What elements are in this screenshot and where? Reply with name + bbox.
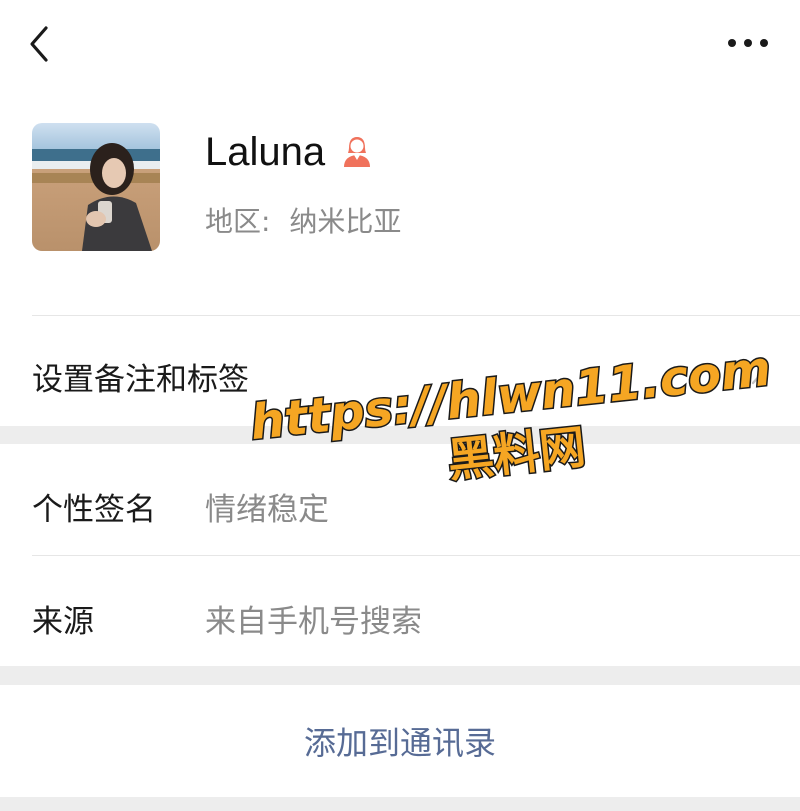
avatar[interactable] — [32, 123, 160, 251]
add-to-contacts-button[interactable]: 添加到通讯录 — [0, 685, 800, 797]
region-row: 地区: 纳米比亚 — [205, 200, 401, 240]
source-value: 来自手机号搜索 — [205, 604, 422, 640]
section-gap — [0, 426, 800, 444]
signature-value: 情绪稳定 — [205, 492, 329, 528]
add-to-contacts-label: 添加到通讯录 — [303, 724, 496, 762]
region-value: 纳米比亚 — [289, 205, 402, 238]
more-dots-icon — [728, 39, 768, 47]
remark-tags-row[interactable]: 设置备注和标签 — [0, 316, 800, 426]
female-icon — [340, 134, 374, 168]
chevron-left-icon — [30, 26, 48, 62]
avatar-photo — [32, 123, 160, 251]
nickname: Laluna — [205, 130, 326, 174]
source-row: 来源 来自手机号搜索 — [0, 556, 800, 666]
source-label: 来源 — [32, 604, 94, 640]
back-button[interactable] — [22, 22, 62, 66]
region-label: 地区: — [205, 205, 271, 238]
signature-row: 个性签名 情绪稳定 — [0, 444, 800, 556]
section-gap — [0, 666, 800, 685]
more-button[interactable] — [726, 28, 770, 58]
remark-tags-label: 设置备注和标签 — [32, 362, 249, 398]
chevron-right-icon — [751, 359, 765, 385]
signature-label: 个性签名 — [32, 492, 156, 528]
top-bar — [0, 0, 800, 90]
section-gap — [0, 797, 800, 811]
profile-header: Laluna 地区: 纳米比亚 — [0, 90, 800, 316]
